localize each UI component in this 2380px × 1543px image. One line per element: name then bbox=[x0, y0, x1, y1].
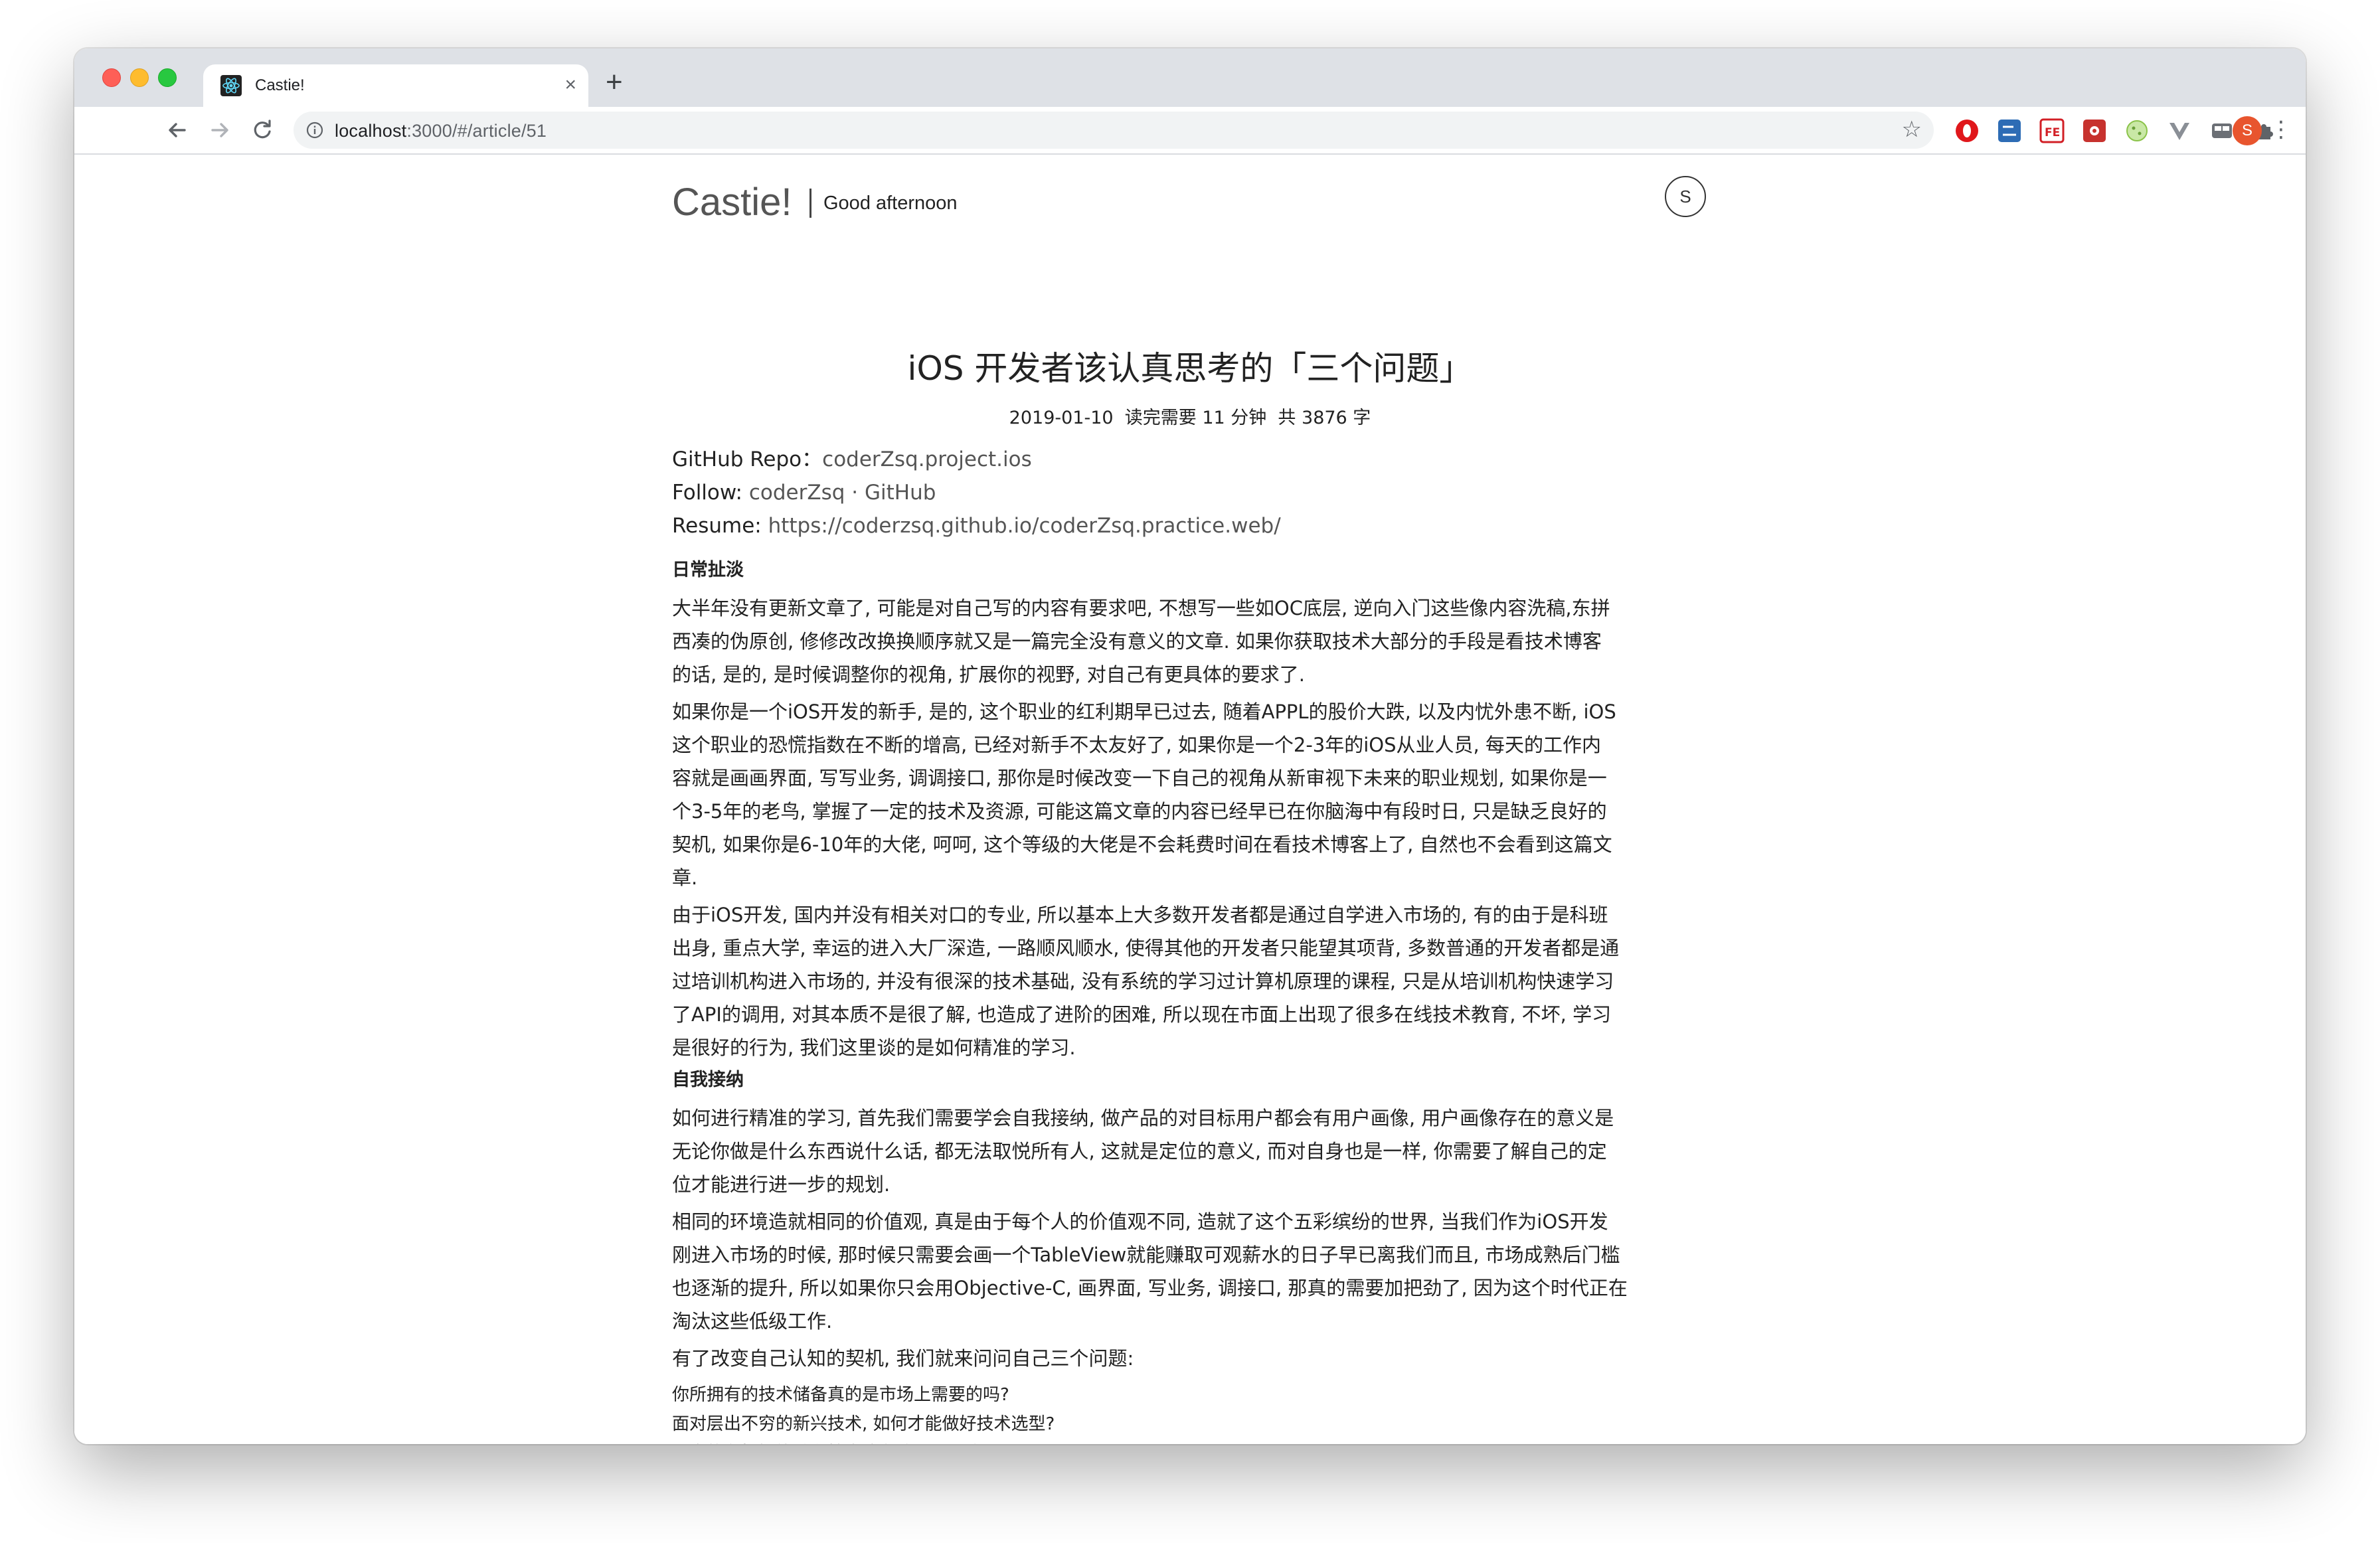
browser-window: Castie! × + localhost:3000/#/article/51 … bbox=[74, 48, 2306, 1444]
svg-text:FE: FE bbox=[2045, 126, 2060, 139]
tab-title: Castie! bbox=[255, 76, 305, 94]
article-meta: 2019-01-10 读完需要 11 分钟 共 3876 字 bbox=[1009, 408, 1371, 428]
paragraph-line: 了API的调用, 对其本质不是很了解, 也造成了进阶的困难, 所以现在市面上出现… bbox=[672, 1003, 1612, 1026]
section-heading-daily: 日常扯淡 bbox=[672, 560, 744, 580]
forward-arrow-icon[interactable] bbox=[203, 114, 236, 147]
paragraph-line: 位才能进行进一步的规划. bbox=[672, 1173, 891, 1196]
paragraph-line: 刚进入市场的时候, 那时候只需要会画一个TableView就能赚取可观薪水的日子… bbox=[672, 1244, 1620, 1266]
opera-red-icon[interactable] bbox=[1954, 118, 1980, 144]
resume-line: Resume: https://coderzsq.github.io/coder… bbox=[672, 509, 1721, 542]
browser-menu-icon[interactable]: ⋮ bbox=[2270, 114, 2292, 145]
address-bar[interactable]: localhost:3000/#/article/51 ☆ bbox=[294, 112, 1934, 149]
cookie-icon[interactable] bbox=[2124, 118, 2150, 144]
url-path: :3000/#/article/51 bbox=[406, 121, 547, 141]
paragraph-line: 章. bbox=[672, 866, 698, 889]
paragraph-1: 大半年没有更新文章了, 可能是对自己写的内容有要求吧, 不想写一些如OC底层, … bbox=[672, 592, 1721, 691]
paragraph-3: 由于iOS开发, 国内并没有相关对口的专业, 所以基本上大多数开发者都是通过自学… bbox=[672, 898, 1721, 1064]
github-repo-label: GitHub Repo： bbox=[672, 447, 823, 471]
section-heading-self: 自我接纳 bbox=[672, 1070, 744, 1090]
window-minimize-button[interactable] bbox=[130, 68, 149, 87]
paragraph-line: 如何进行精准的学习, 首先我们需要学会自我接纳, 做产品的对目标用户都会有用户画… bbox=[672, 1107, 1614, 1129]
paragraph-line: 如果你是一个iOS开发的新手, 是的, 这个职业的红利期早已过去, 随着APPL… bbox=[672, 700, 1616, 723]
url-text: localhost:3000/#/article/51 bbox=[335, 121, 547, 141]
browser-toolbar: localhost:3000/#/article/51 ☆ FE bbox=[74, 107, 2306, 155]
user-avatar[interactable]: S bbox=[1665, 176, 1706, 217]
profile-avatar[interactable]: S bbox=[2233, 116, 2262, 145]
paragraph-line: 大半年没有更新文章了, 可能是对自己写的内容有要求吧, 不想写一些如OC底层, … bbox=[672, 597, 1610, 619]
paragraph-line: 由于iOS开发, 国内并没有相关对口的专业, 所以基本上大多数开发者都是通过自学… bbox=[672, 904, 1608, 926]
reload-icon[interactable] bbox=[246, 114, 279, 147]
vue-devtools-icon[interactable] bbox=[2166, 118, 2193, 144]
follow-label: Follow: bbox=[672, 481, 749, 505]
greeting-text: Good afternoon bbox=[823, 193, 958, 214]
back-arrow-icon[interactable] bbox=[161, 114, 194, 147]
window-maximize-button[interactable] bbox=[158, 68, 177, 87]
question-1: 你所拥有的技术储备真的是市场上需要的吗? bbox=[672, 1385, 1009, 1405]
paragraph-line: 也逐渐的提升, 所以如果你只会用Objective-C, 画界面, 写业务, 调… bbox=[672, 1277, 1628, 1299]
article-title: iOS 开发者该认真思考的「三个问题」 bbox=[907, 349, 1473, 388]
bookmark-star-icon[interactable]: ☆ bbox=[1902, 117, 1922, 142]
question-3: 你真的有把握能够在技术这条路上走到底吗? bbox=[672, 1439, 1721, 1444]
github-repo-line: GitHub Repo：coderZsq.project.ios bbox=[672, 443, 1721, 476]
tab-close-icon[interactable]: × bbox=[564, 74, 576, 96]
react-favicon-icon bbox=[220, 75, 242, 96]
new-tab-button[interactable]: + bbox=[606, 66, 623, 99]
paragraph-line: 西凑的伪原创, 修修改改换换顺序就又是一篇完全没有意义的文章. 如果你获取技术大… bbox=[672, 630, 1602, 653]
paragraph-line: 相同的环境造就相同的价值观, 真是由于每个人的价值观不同, 造就了这个五彩缤纷的… bbox=[672, 1210, 1608, 1233]
paragraph-5: 相同的环境造就相同的价值观, 真是由于每个人的价值观不同, 造就了这个五彩缤纷的… bbox=[672, 1205, 1721, 1338]
paragraph-4: 如何进行精准的学习, 首先我们需要学会自我接纳, 做产品的对目标用户都会有用户画… bbox=[672, 1101, 1721, 1201]
fe-tool-icon[interactable]: FE bbox=[2039, 118, 2065, 144]
browser-tab[interactable]: Castie! × bbox=[203, 64, 588, 107]
paragraph-line: 出身, 重点大学, 幸运的进入大厂深造, 一路顺风顺水, 使得其他的开发者只能望… bbox=[672, 937, 1620, 959]
paragraph-line: 个3-5年的老鸟, 掌握了一定的技术及资源, 可能这篇文章的内容已经早已在你脑海… bbox=[672, 800, 1607, 823]
paragraph-2: 如果你是一个iOS开发的新手, 是的, 这个职业的红利期早已过去, 随着APPL… bbox=[672, 695, 1721, 894]
tab-strip: Castie! × + bbox=[74, 48, 2306, 107]
tab-manager-icon[interactable] bbox=[2209, 118, 2235, 144]
site-info-icon[interactable] bbox=[305, 121, 324, 139]
article-body: GitHub Repo：coderZsq.project.ios Follow:… bbox=[672, 443, 1721, 1444]
paragraph-line: 无论你做是什么东西说什么话, 都无法取悦所有人, 这就是定位的意义, 而对自身也… bbox=[672, 1140, 1607, 1163]
question-2: 面对层出不穷的新兴技术, 如何才能做好技术选型? bbox=[672, 1414, 1055, 1434]
brand-divider bbox=[809, 189, 811, 218]
paragraph-line: 的话, 是的, 是时候调整你的视角, 扩展你的视野, 对自己有更具体的要求了. bbox=[672, 663, 1305, 686]
paragraph-line: 是很好的行为, 我们这里谈的是如何精准的学习. bbox=[672, 1036, 1076, 1059]
paragraph-6: 有了改变自己认知的契机, 我们就来问问自己三个问题: bbox=[672, 1347, 1134, 1370]
react-devtools-red-icon[interactable] bbox=[2081, 118, 2108, 144]
paragraph-line: 这个职业的恐慌指数在不断的增高, 已经对新手不太友好了, 如果你是一个2-3年的… bbox=[672, 734, 1601, 756]
github-repo-link[interactable]: coderZsq.project.ios bbox=[822, 447, 1032, 471]
window-close-button[interactable] bbox=[102, 68, 121, 87]
resume-label: Resume: bbox=[672, 514, 768, 538]
paragraph-line: 容就是画画界面, 写写业务, 调调接口, 那你是时候改变一下自己的视角从新审视下… bbox=[672, 767, 1607, 789]
page-viewport: Castie! Good afternoon S iOS 开发者该认真思考的「三… bbox=[74, 155, 2306, 1444]
site-brand[interactable]: Castie! bbox=[672, 180, 792, 224]
paragraph-line: 过培训机构进入市场的, 并没有很深的技术基础, 没有系统的学习过计算机原理的课程… bbox=[672, 970, 1614, 993]
url-host: localhost bbox=[335, 121, 407, 141]
resume-link[interactable]: https://coderzsq.github.io/coderZsq.prac… bbox=[768, 514, 1281, 538]
follow-link[interactable]: coderZsq · GitHub bbox=[749, 481, 936, 505]
translate-blue-icon[interactable] bbox=[1996, 118, 2023, 144]
paragraph-line: 契机, 如果你是6-10年的大佬, 呵呵, 这个等级的大佬是不会耗费时间在看技术… bbox=[672, 833, 1612, 856]
paragraph-line: 淘汰这些低级工作. bbox=[672, 1310, 833, 1333]
follow-line: Follow: coderZsq · GitHub bbox=[672, 476, 1721, 509]
